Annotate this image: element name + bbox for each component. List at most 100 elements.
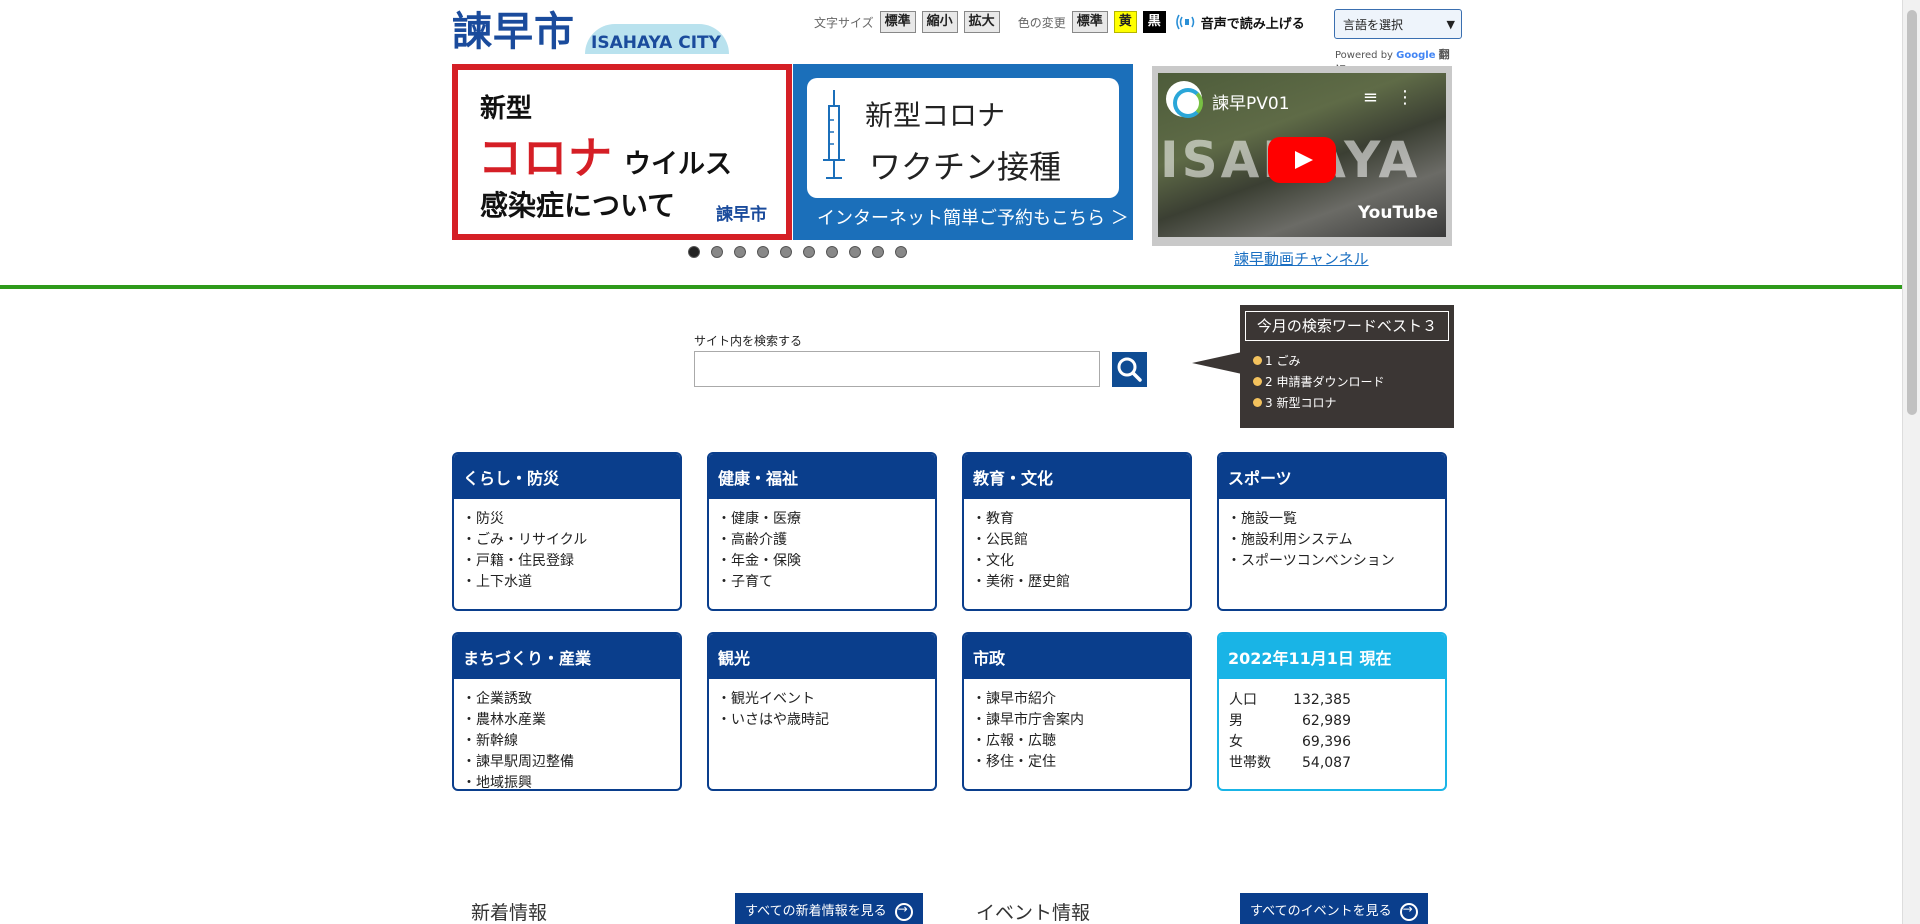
corona-info-slide[interactable]: 新型 コロナ ウイルス 感染症について 諫早市 (452, 64, 792, 240)
color-standard-button[interactable]: 標準 (1071, 11, 1108, 33)
search-input[interactable] (694, 351, 1100, 387)
channel-avatar[interactable] (1166, 81, 1203, 118)
color-label: 色の変更 (1017, 15, 1066, 30)
category-link[interactable]: ・教育 (972, 509, 1182, 530)
best-words-pointer (1192, 352, 1242, 374)
speak-label: 音声で読み上げる (1200, 16, 1305, 32)
site-logo[interactable]: 諫早市 ISAHAYA CITY (452, 6, 729, 54)
speak-button[interactable]: 音声で読み上げる (1175, 13, 1305, 32)
carousel-dot[interactable] (803, 246, 815, 258)
all-new-info-button[interactable]: すべての新着情報を見る (735, 893, 923, 924)
category-link[interactable]: ・広報・広聴 (972, 731, 1182, 752)
category-link[interactable]: ・農林水産業 (462, 710, 672, 731)
best-word-item[interactable]: 2 申請書ダウンロード (1253, 372, 1384, 393)
category-link[interactable]: ・美術・歴史館 (972, 572, 1182, 593)
category-link[interactable]: ・ごみ・リサイクル (462, 530, 672, 551)
vaccine-slide[interactable]: 新型コロナ ワクチン接種 インターネット簡単ご予約もこちら ＞ (793, 64, 1133, 240)
vaccine-card: 新型コロナ ワクチン接種 (807, 78, 1119, 198)
category-link[interactable]: ・文化 (972, 551, 1182, 572)
slide-left-city: 諫早市 (716, 205, 767, 225)
carousel-dot[interactable] (688, 246, 700, 258)
category-card-town: まちづくり・産業 ・企業誘致 ・農林水産業 ・新幹線 ・諫早駅周辺整備 ・地域振… (452, 632, 682, 791)
population-value: 132,385 (1293, 692, 1351, 708)
category-title[interactable]: 市政 (964, 634, 1190, 679)
category-link[interactable]: ・公民館 (972, 530, 1182, 551)
font-size-standard-button[interactable]: 標準 (879, 11, 916, 33)
video-menu-icons[interactable]: ≡⋮ (1363, 87, 1432, 108)
syringe-icon (823, 90, 845, 179)
event-info-title: イベント情報 (976, 902, 1091, 924)
category-link[interactable]: ・上下水道 (462, 572, 672, 593)
carousel-dot[interactable] (734, 246, 746, 258)
video-channel-link[interactable]: 諫早動画チャンネル (1234, 248, 1369, 269)
play-icon[interactable] (1268, 137, 1336, 183)
population-label: 女 (1229, 734, 1243, 750)
page: 諫早市 ISAHAYA CITY 文字サイズ 標準 縮小 拡大 色の変更 標準 … (0, 0, 1902, 924)
carousel-dots (688, 246, 918, 258)
category-link[interactable]: ・地域振興 (462, 773, 672, 789)
best-word-item[interactable]: 3 新型コロナ (1253, 393, 1384, 414)
all-events-button[interactable]: すべてのイベントを見る (1240, 893, 1428, 924)
category-card-health: 健康・福祉 ・健康・医療 ・高齢介護 ・年金・保険 ・子育て (707, 452, 937, 611)
logo-en: ISAHAYA CITY (591, 33, 721, 53)
font-size-large-button[interactable]: 拡大 (963, 11, 1000, 33)
carousel-dot[interactable] (872, 246, 884, 258)
best-word-text: 3 新型コロナ (1265, 396, 1337, 410)
new-info-title: 新着情報 (471, 902, 548, 924)
category-link[interactable]: ・諫早市庁舎案内 (972, 710, 1182, 731)
banner: 新型 コロナ ウイルス 感染症について 諫早市 新型コロナ ワクチン接種 インタ… (452, 64, 1458, 268)
color-yellow-button[interactable]: 黄 (1113, 11, 1137, 33)
vaccine-booking-link[interactable]: インターネット簡単ご予約もこちら ＞ (817, 204, 1129, 230)
font-size-small-button[interactable]: 縮小 (921, 11, 958, 33)
best-search-words: 今月の検索ワードベスト３ 1 ごみ 2 申請書ダウンロード 3 新型コロナ (1240, 305, 1454, 428)
best-word-item[interactable]: 1 ごみ (1253, 351, 1384, 372)
category-title[interactable]: 観光 (709, 634, 935, 679)
youtube-embed[interactable]: ISAHAYA 諫早PV01 ≡⋮ YouTube (1152, 66, 1452, 246)
category-title[interactable]: くらし・防災 (454, 454, 680, 499)
category-link[interactable]: ・健康・医療 (717, 509, 927, 530)
search-button[interactable] (1112, 352, 1147, 387)
carousel-dot[interactable] (757, 246, 769, 258)
youtube-logo[interactable]: YouTube (1358, 203, 1438, 223)
population-value: 62,989 (1302, 713, 1351, 729)
color-black-button[interactable]: 黒 (1142, 11, 1166, 33)
category-link[interactable]: ・戸籍・住民登録 (462, 551, 672, 572)
category-link[interactable]: ・諫早駅周辺整備 (462, 752, 672, 773)
vaccine-line1: 新型コロナ (865, 99, 1006, 132)
category-link[interactable]: ・企業誘致 (462, 689, 672, 710)
category-link[interactable]: ・施設一覧 (1227, 509, 1437, 530)
category-title[interactable]: 教育・文化 (964, 454, 1190, 499)
category-title[interactable]: まちづくり・産業 (454, 634, 680, 679)
category-link[interactable]: ・防災 (462, 509, 672, 530)
category-link[interactable]: ・移住・定住 (972, 752, 1182, 773)
category-link[interactable]: ・高齢介護 (717, 530, 927, 551)
population-card: 2022年11月1日 現在 人口 132,385 男 62,989 女 69,396 … (1217, 632, 1447, 791)
category-link[interactable]: ・スポーツコンベンション (1227, 551, 1437, 572)
slide-left-line1: 新型 (480, 94, 533, 124)
category-link[interactable]: ・新幹線 (462, 731, 672, 752)
category-link[interactable]: ・いさはや歳時記 (717, 710, 927, 731)
category-link[interactable]: ・施設利用システム (1227, 530, 1437, 551)
carousel-dot[interactable] (849, 246, 861, 258)
category-card-government: 市政 ・諫早市紹介 ・諫早市庁舎案内 ・広報・広聴 ・移住・定住 (962, 632, 1192, 791)
video-title[interactable]: 諫早PV01 (1212, 89, 1290, 114)
carousel-dot[interactable] (826, 246, 838, 258)
vertical-scrollbar[interactable] (1902, 0, 1920, 924)
language-select[interactable]: 言語を選択 ▼ (1334, 9, 1462, 39)
category-link[interactable]: ・諫早市紹介 (972, 689, 1182, 710)
category-link[interactable]: ・観光イベント (717, 689, 927, 710)
category-link[interactable]: ・子育て (717, 572, 927, 593)
population-label: 人口 (1229, 692, 1257, 708)
google-logo: Google (1396, 50, 1436, 61)
category-link[interactable]: ・年金・保険 (717, 551, 927, 572)
carousel-dot[interactable] (780, 246, 792, 258)
best-word-text: 1 ごみ (1265, 354, 1301, 368)
scrollbar-thumb[interactable] (1907, 10, 1917, 415)
all-new-info-label: すべての新着情報を見る (745, 904, 887, 919)
speaker-wave-icon (1175, 14, 1195, 30)
category-title[interactable]: スポーツ (1219, 454, 1445, 499)
category-title[interactable]: 健康・福祉 (709, 454, 935, 499)
carousel-dot[interactable] (895, 246, 907, 258)
carousel-dot[interactable] (711, 246, 723, 258)
slide-left-line2-rest: ウイルス (624, 149, 732, 180)
